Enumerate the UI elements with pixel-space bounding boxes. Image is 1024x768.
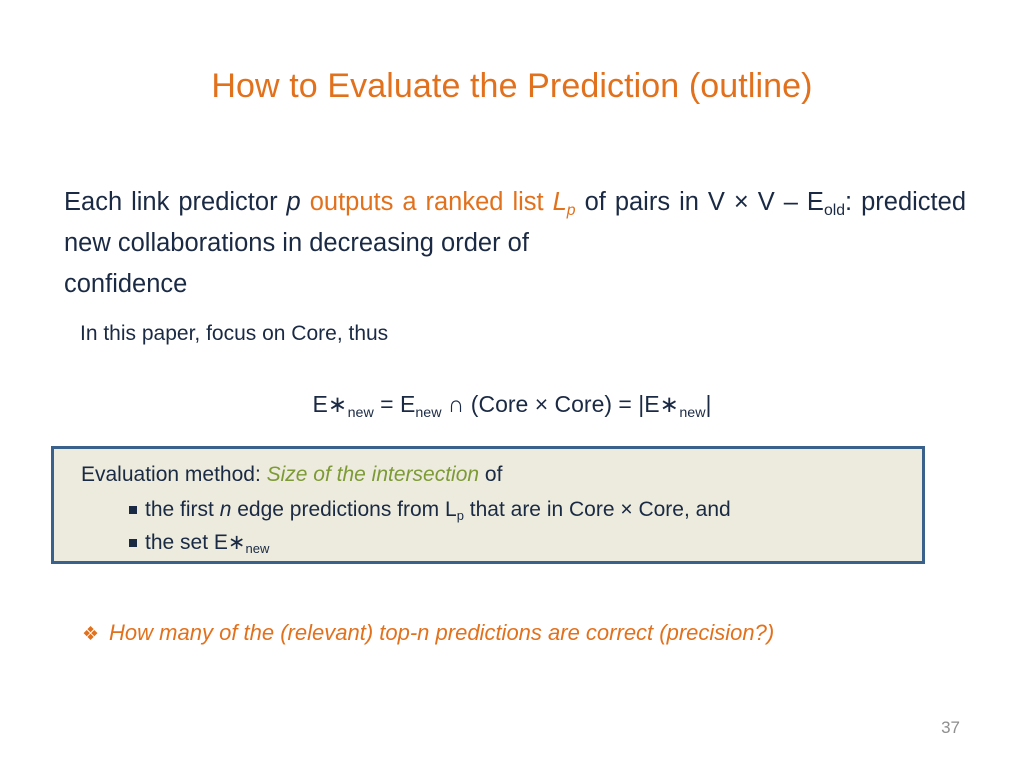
formula-lhs-star: ∗ — [327, 391, 348, 417]
formula-mid-subscript: new — [415, 404, 442, 421]
list-item: the first n edge predictions from Lp tha… — [129, 493, 731, 526]
lead-seg-1: Each link predictor — [64, 188, 287, 216]
lead-eold-subscript: old — [823, 202, 846, 220]
formula-equals-1: = E — [373, 391, 416, 417]
lead-seg-3-orange: outputs a ranked list — [300, 188, 553, 216]
formula-close-bar: | — [705, 391, 712, 417]
lead-seg-5: of pairs in V × V – E — [575, 188, 824, 216]
bullet-1-italic-n: n — [219, 498, 232, 521]
formula-rhs-star: ∗ — [659, 391, 680, 417]
evaluation-method-bullet-list: the first n edge predictions from Lp tha… — [129, 493, 731, 559]
page-number: 37 — [941, 718, 960, 737]
formula-lhs-base: E — [312, 391, 328, 417]
list-item: the set E∗new — [129, 526, 731, 559]
bullet-1-subscript: p — [456, 508, 464, 524]
bullet-1-post: that are in Core × Core, and — [463, 498, 731, 521]
evaluation-method-emphasis: Size of the intersection — [266, 463, 480, 486]
diamond-bullet-icon: ❖ — [82, 624, 100, 645]
square-bullet-icon — [129, 539, 137, 547]
focus-core-note: In this paper, focus on Core, thus — [80, 322, 389, 345]
lead-last-line: confidence — [64, 270, 188, 298]
intersection-formula: E∗new = Enew ∩ (Core × Core) = |E∗new| — [0, 387, 1024, 421]
lead-ranked-list-subscript: p — [566, 202, 576, 220]
evaluation-method-label: Evaluation method: — [81, 463, 267, 486]
formula-rhs-subscript: new — [679, 404, 706, 421]
evaluation-method-box: Evaluation method: Size of the intersect… — [51, 446, 925, 564]
lead-ranked-list-symbol: L — [552, 188, 567, 216]
slide-canvas: How to Evaluate the Prediction (outline)… — [0, 0, 1024, 768]
bullet-2-subscript: new — [245, 541, 270, 557]
lead-predictor-variable: p — [286, 188, 301, 216]
bullet-1-pre: the first — [145, 498, 220, 521]
bullet-2-pre: the set E — [145, 531, 228, 554]
evaluation-method-heading: Evaluation method: Size of the intersect… — [81, 460, 502, 490]
formula-lhs-subscript: new — [347, 404, 374, 421]
square-bullet-icon — [129, 506, 137, 514]
formula-intersection-part: ∩ (Core × Core) = |E — [441, 391, 660, 417]
bullet-2-star: ∗ — [227, 531, 246, 554]
page-title: How to Evaluate the Prediction (outline) — [211, 67, 813, 105]
evaluation-method-label-tail: of — [479, 463, 503, 486]
precision-question-note: ❖ How many of the (relevant) top-n predic… — [82, 617, 774, 651]
lead-paragraph: Each link predictor p outputs a ranked l… — [64, 182, 966, 305]
bullet-1-mid: edge predictions from L — [231, 498, 457, 521]
precision-question-text: How many of the (relevant) top-n predict… — [109, 620, 775, 645]
